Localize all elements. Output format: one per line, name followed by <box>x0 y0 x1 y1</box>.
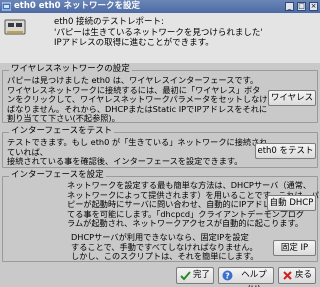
network-card-icon <box>4 19 26 35</box>
help-button[interactable]: ? ヘルプ(H) <box>218 267 274 287</box>
report-line-2: IPアドレスの取得に進むことができます。 <box>54 38 214 48</box>
test-description: テストできます。もし eth0 が「生きている」ネットワークに接続され ていれば… <box>7 137 268 167</box>
window-title: eth0 eth0 ネットワークを設定 <box>14 1 141 11</box>
static-ip-description: DHCPサーバが利用できないなら、固定IPを設定 することで、手動ですべてしなけ… <box>71 232 259 262</box>
maximize-button[interactable]: □ <box>297 2 306 11</box>
report-text: eth0 接続のテストレポート: 'パピーは生きているネットワークを見つけられま… <box>54 17 263 49</box>
close-button[interactable]: × <box>309 2 318 11</box>
help-label: ヘルプ(H) <box>241 270 267 287</box>
static-ip-button[interactable]: 固定 IP <box>273 240 316 256</box>
network-icon <box>2 2 11 11</box>
done-button[interactable]: 完了 <box>176 267 214 284</box>
wireless-group: ワイヤレスネットワークの設定 パピーは見つけました eth0 は、ワイヤレスイン… <box>2 64 318 124</box>
svg-text:?: ? <box>225 272 230 281</box>
wireless-description: パピーは見つけました eth0 は、ワイヤレスインターフェースです。 ワイヤレス… <box>7 75 276 124</box>
back-button[interactable]: 戻る <box>278 267 316 284</box>
configure-interface-group: インターフェースを設定 ネットワークを設定する最も簡単な方法は、DHCPサーバ（… <box>2 170 319 262</box>
checkmark-icon <box>180 271 191 281</box>
report-line-1: 'パピーは生きているネットワークを見つけられました' <box>54 27 263 38</box>
test-eth0-button[interactable]: eth0 をテスト <box>255 143 316 159</box>
wireless-legend: ワイヤレスネットワークの設定 <box>9 64 132 75</box>
help-icon: ? <box>222 270 233 281</box>
back-label: 戻る <box>295 270 313 280</box>
test-report-panel: eth0 接続のテストレポート: 'パピーは生きているネットワークを見つけられま… <box>0 13 320 63</box>
title-bar: eth0 eth0 ネットワークを設定 _ □ × <box>0 0 320 13</box>
done-label: 完了 <box>193 270 211 280</box>
close-icon <box>283 271 292 280</box>
report-title: eth0 接続のテストレポート: <box>54 17 164 27</box>
test-legend: インターフェースをテスト <box>9 126 115 137</box>
auto-dhcp-button[interactable]: 自動 DHCP <box>267 195 316 211</box>
minimize-button[interactable]: _ <box>285 2 294 11</box>
wireless-button[interactable]: ワイヤレス <box>268 90 316 106</box>
test-interface-group: インターフェースをテスト テストできます。もし eth0 が「生きている」ネット… <box>2 126 318 168</box>
